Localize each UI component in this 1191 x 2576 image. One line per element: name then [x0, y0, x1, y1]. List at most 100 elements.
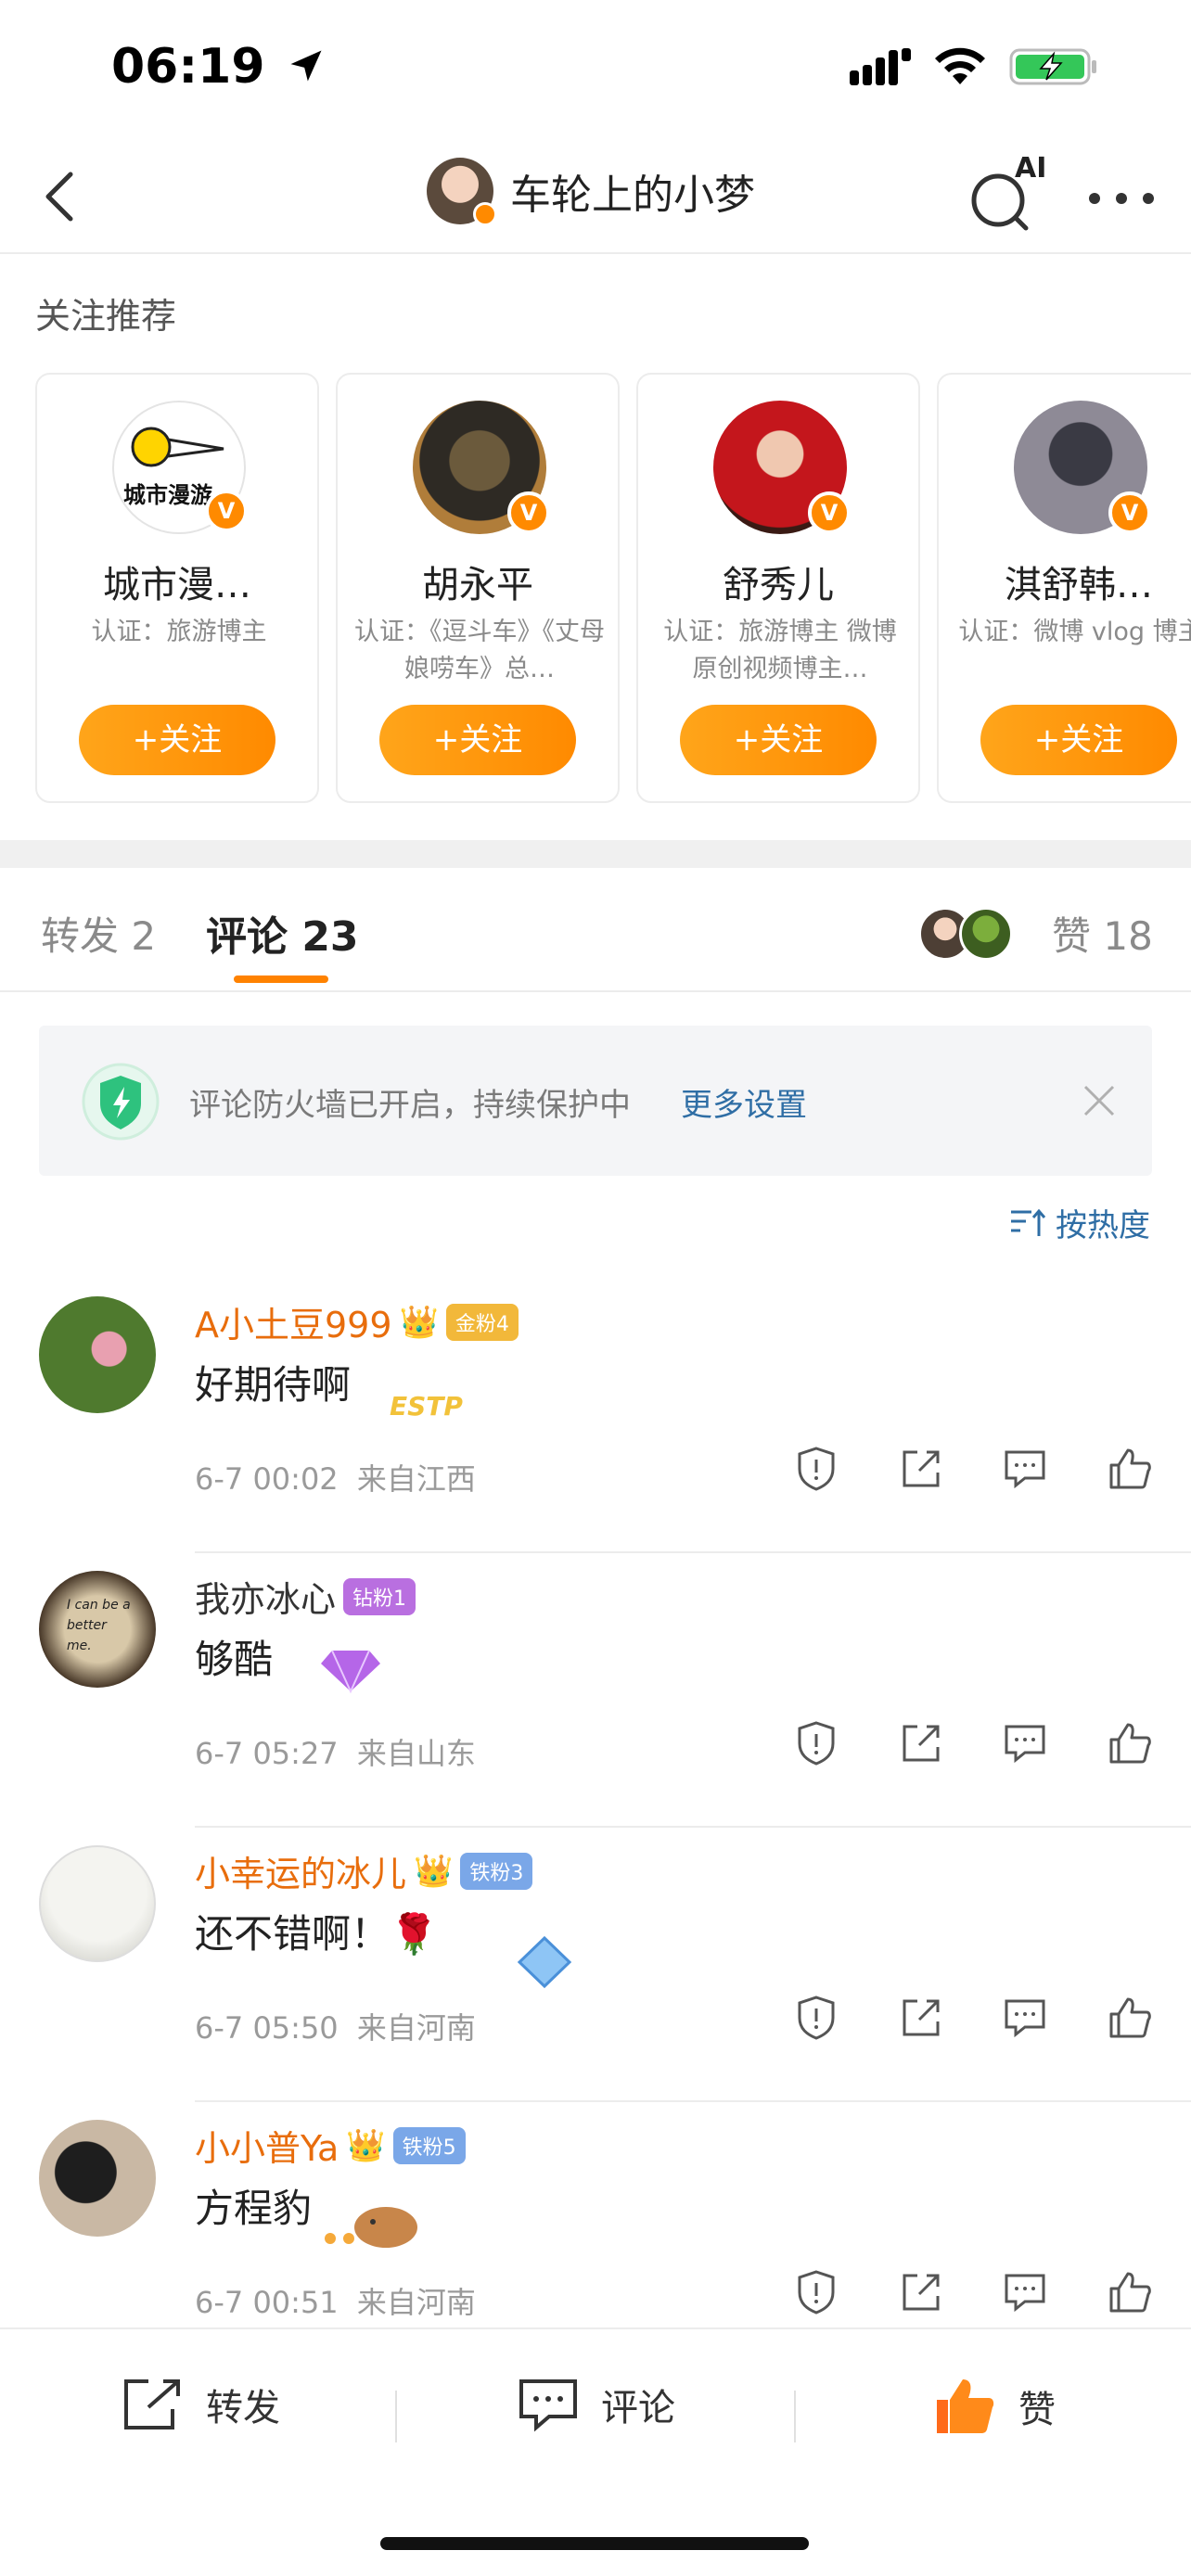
follow-button[interactable]: +关注: [79, 705, 275, 775]
follow-button[interactable]: +关注: [680, 705, 877, 775]
comment-location: 来自山东: [356, 1736, 476, 1771]
commenter-avatar[interactable]: [39, 1845, 156, 1962]
commenter-avatar[interactable]: I can be a better me.: [39, 1571, 156, 1688]
comment-actions: [792, 2268, 1154, 2316]
comment-item[interactable]: 小幸运的冰儿 👑 铁粉3 还不错啊！🌹 6-7 05:50 来自河南: [0, 1829, 1191, 2103]
commenter-avatar[interactable]: [39, 1296, 156, 1413]
battery-charging-icon: [1009, 48, 1096, 85]
repost-button[interactable]: 转发: [121, 2376, 280, 2433]
fan-badge: 铁粉3: [460, 1852, 533, 1890]
nav-title-group[interactable]: 车轮上的小梦: [427, 158, 755, 226]
commenter-name[interactable]: 我亦冰心: [195, 1571, 336, 1622]
follow-button[interactable]: +关注: [980, 705, 1177, 775]
reply-icon[interactable]: [1001, 1719, 1049, 1767]
ai-search-button[interactable]: AI: [968, 152, 1052, 236]
follow-button[interactable]: +关注: [379, 705, 576, 775]
recommend-avatar[interactable]: V: [1014, 401, 1151, 534]
commenter-name[interactable]: A小土豆999: [195, 1296, 392, 1347]
recommend-heading: 关注推荐: [35, 296, 177, 337]
comment-meta: 6-7 05:50 来自河南: [195, 2005, 476, 2047]
close-icon[interactable]: [1078, 1079, 1121, 1122]
comment-icon: [519, 2379, 577, 2432]
comment-text: 还不错啊！🌹: [195, 1911, 439, 1957]
comment-item[interactable]: A小土豆999 👑 金粉4 好期待啊 ESTP 6-7 00:02 来自江西: [0, 1280, 1191, 1554]
comment-item[interactable]: I can be a better me. 我亦冰心 钻粉1 够酷 6-7 05…: [0, 1554, 1191, 1829]
more-dot-icon: [1143, 193, 1154, 204]
verified-badge-icon: V: [1108, 491, 1151, 534]
status-icons: [850, 46, 1098, 87]
liker-avatars[interactable]: [918, 907, 1030, 961]
crown-icon: 👑: [399, 1303, 439, 1341]
active-tab-indicator: [234, 976, 328, 983]
sort-icon: [1011, 1208, 1046, 1236]
wifi-icon: [935, 47, 985, 84]
share-icon[interactable]: [897, 1445, 945, 1493]
recommend-avatar[interactable]: 城市漫游 V: [112, 401, 248, 534]
verified-badge-icon: V: [808, 491, 851, 534]
repost-icon: [124, 2379, 180, 2429]
tab-repost[interactable]: 转发 2: [41, 905, 156, 962]
cellular-signal-icon: [850, 48, 911, 85]
crown-icon: 👑: [346, 2126, 386, 2164]
comment-divider: [195, 2100, 1191, 2102]
recommend-carousel[interactable]: 城市漫游 V 城市漫… 认证：旅游博主 +关注 V 胡永平 认证：《逗斗车》《丈…: [35, 373, 1191, 805]
section-divider: [0, 840, 1191, 868]
status-bar: 06:19: [0, 0, 1191, 139]
comment-divider: [195, 1551, 1191, 1553]
recommend-name: 淇舒韩…: [1005, 564, 1153, 606]
home-indicator: [380, 2537, 809, 2550]
diamond-sticker-icon: [321, 1650, 380, 1694]
nav-title: 车轮上的小梦: [510, 172, 755, 219]
report-icon[interactable]: [792, 1445, 840, 1493]
report-icon[interactable]: [792, 2268, 840, 2316]
recommend-card[interactable]: V 胡永平 认证：《逗斗车》《丈母娘唠车》总… +关注: [336, 373, 620, 803]
tab-likes[interactable]: 赞 18: [1052, 905, 1153, 962]
comment-actions: [792, 1719, 1154, 1767]
sort-by-hot-button[interactable]: 按热度: [1009, 1200, 1150, 1245]
reply-icon[interactable]: [1001, 1994, 1049, 2042]
thumbs-up-icon[interactable]: [1106, 1994, 1154, 2042]
tab-comment[interactable]: 评论 23: [206, 903, 359, 963]
recommend-card[interactable]: V 淇舒韩… 认证：微博 vlog 博主 +关注: [937, 373, 1191, 803]
commenter-line: 我亦冰心 钻粉1: [195, 1571, 416, 1622]
capybara-sticker-icon: [325, 2207, 417, 2248]
status-time: 06:19: [111, 39, 327, 95]
firewall-settings-link[interactable]: 更多设置: [681, 1079, 807, 1125]
comment-time: 6-7 00:02: [195, 1461, 339, 1497]
bottom-separator: [395, 2391, 397, 2442]
nav-avatar[interactable]: [427, 158, 497, 226]
recommend-card[interactable]: 城市漫游 V 城市漫… 认证：旅游博主 +关注: [35, 373, 319, 803]
comment-location: 来自江西: [356, 1461, 476, 1497]
recommend-avatar[interactable]: V: [713, 401, 851, 534]
more-options-button[interactable]: [1089, 180, 1154, 217]
share-icon[interactable]: [897, 2268, 945, 2316]
commenter-avatar[interactable]: [39, 2120, 156, 2237]
commenter-name[interactable]: 小幸运的冰儿: [195, 1845, 406, 1896]
report-icon[interactable]: [792, 1719, 840, 1767]
thumbs-up-icon[interactable]: [1106, 2268, 1154, 2316]
share-icon[interactable]: [897, 1719, 945, 1767]
like-label: 赞: [1018, 2389, 1056, 2431]
repost-label: 转发: [206, 2387, 280, 2429]
commenter-name[interactable]: 小小普Ya: [195, 2120, 339, 2171]
status-time-text: 06:19: [111, 39, 265, 95]
recommend-desc: 认证：微博 vlog 博主: [958, 618, 1191, 646]
more-dot-icon: [1116, 193, 1127, 204]
recommend-desc: 认证：旅游博主 微博原创视频博主…: [663, 618, 897, 683]
reply-icon[interactable]: [1001, 2268, 1049, 2316]
recommend-card[interactable]: V 舒秀儿 认证：旅游博主 微博原创视频博主… +关注: [636, 373, 920, 803]
like-button[interactable]: 赞: [933, 2376, 1056, 2437]
comment-location: 来自河南: [356, 2010, 476, 2046]
comment-button[interactable]: 评论: [516, 2376, 675, 2433]
report-icon[interactable]: [792, 1994, 840, 2042]
nav-bar: 车轮上的小梦 AI: [0, 139, 1191, 254]
fan-badge: 金粉4: [445, 1303, 519, 1341]
back-arrow-icon[interactable]: [26, 161, 96, 232]
commenter-line: 小幸运的冰儿 👑 铁粉3: [195, 1845, 533, 1896]
thumbs-up-icon[interactable]: [1106, 1719, 1154, 1767]
share-icon[interactable]: [897, 1994, 945, 2042]
reply-icon[interactable]: [1001, 1445, 1049, 1493]
recommend-avatar[interactable]: V: [413, 401, 550, 534]
thumbs-up-icon[interactable]: [1106, 1445, 1154, 1493]
sticker-text: ESTP: [390, 1391, 463, 1422]
